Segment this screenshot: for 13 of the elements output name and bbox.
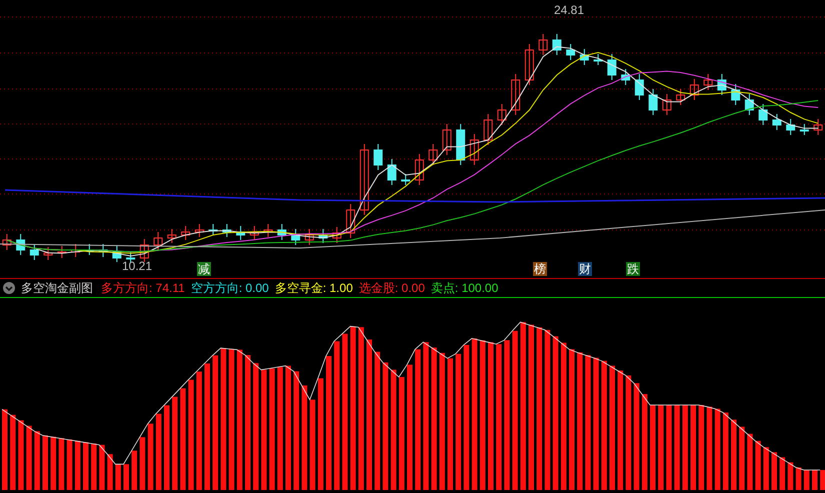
indicator-reading: 卖点: 100.00 (430, 280, 498, 297)
signal-marker: 榜 (533, 262, 547, 276)
indicator-reading: 空方方向: 0.00 (190, 280, 269, 297)
indicator-title: 多空淘金副图 (21, 280, 93, 297)
collapse-icon[interactable] (3, 282, 15, 294)
low-price-label: 10.21 (122, 258, 152, 275)
indicator-reading: 选金股: 0.00 (358, 280, 425, 297)
indicator-reading: 多空寻金: 1.00 (274, 280, 353, 297)
high-price-label: 24.81 (554, 2, 584, 19)
signal-marker: 减 (197, 262, 211, 276)
signal-marker: 财 (578, 262, 592, 276)
indicator-reading: 多方方向: 74.11 (101, 280, 185, 297)
signal-marker: 跌 (626, 262, 640, 276)
